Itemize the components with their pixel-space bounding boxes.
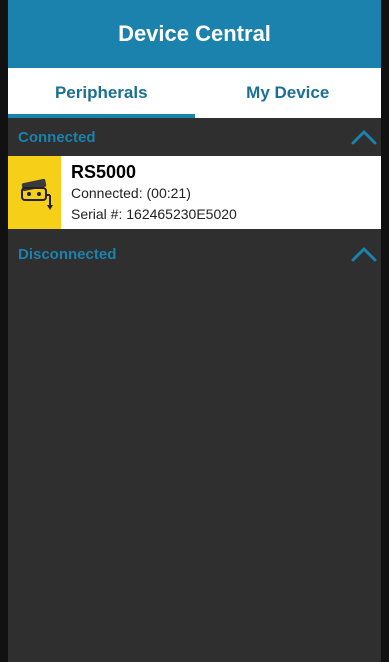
app-bar: Device Central <box>8 0 381 68</box>
connected-section-label: Connected <box>18 128 96 146</box>
chevron-up-icon[interactable] <box>349 127 379 147</box>
tab-my-device[interactable]: My Device <box>195 68 382 118</box>
disconnected-section-label: Disconnected <box>18 245 117 263</box>
tab-my-device-label: My Device <box>246 83 330 102</box>
tab-peripherals-label: Peripherals <box>54 83 148 102</box>
device-name: RS5000 <box>71 162 137 182</box>
chevron-up-icon[interactable] <box>349 244 379 264</box>
device-serial: Serial #: 162465230E5020 <box>71 206 237 222</box>
ring-scanner-icon <box>8 156 61 229</box>
tab-bar: Peripherals My Device <box>8 68 381 118</box>
app-title: Device Central <box>118 21 271 46</box>
tab-peripherals[interactable]: Peripherals <box>8 68 195 118</box>
connected-section-header[interactable]: Connected <box>8 118 381 156</box>
device-status: Connected: (00:21) <box>71 185 191 201</box>
disconnected-section-header[interactable]: Disconnected <box>8 235 381 273</box>
device-info: RS5000 Connected: (00:21) Serial #: 1624… <box>61 156 247 229</box>
device-card-rs5000[interactable]: RS5000 Connected: (00:21) Serial #: 1624… <box>8 156 381 229</box>
device-frame: Device Central Peripherals My Device Con… <box>0 0 389 662</box>
